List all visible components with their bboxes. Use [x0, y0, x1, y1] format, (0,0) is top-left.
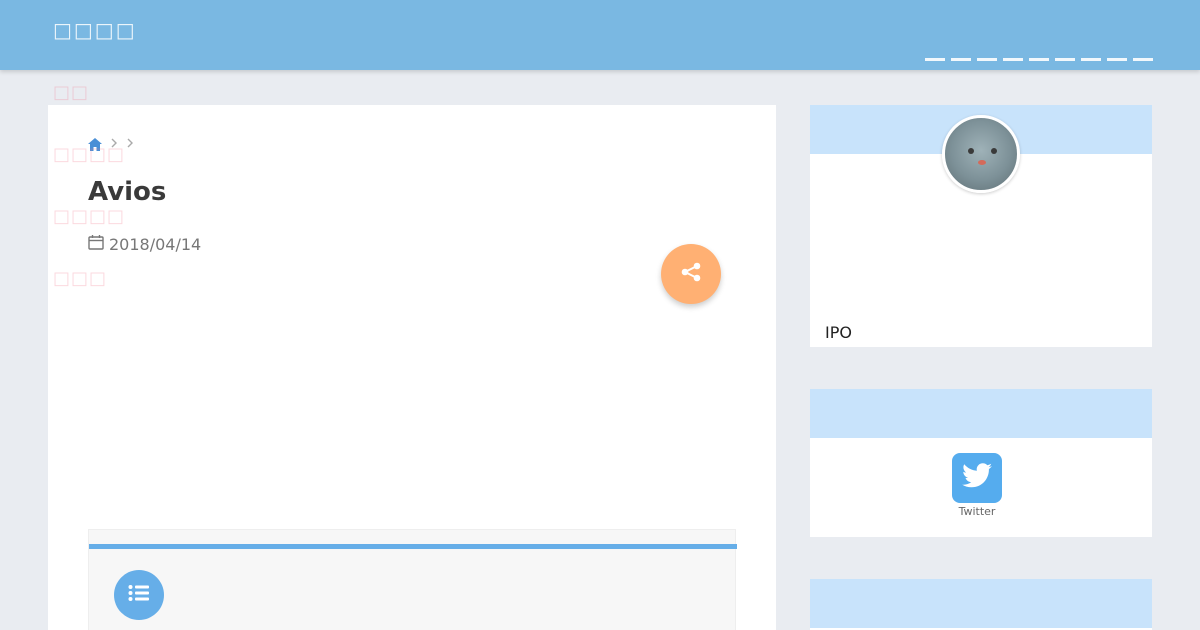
- site-header: □□□□: [0, 0, 1200, 70]
- nav-item[interactable]: [951, 58, 971, 61]
- profile-widget: IPO: [810, 105, 1152, 347]
- profile-description: IPO: [825, 323, 852, 342]
- twitter-follow-button[interactable]: [952, 453, 1002, 503]
- chevron-right-icon: [126, 137, 134, 151]
- avatar: [942, 115, 1020, 193]
- global-nav: [925, 58, 1153, 61]
- nav-item[interactable]: [1133, 58, 1153, 61]
- nav-item[interactable]: [1029, 58, 1049, 61]
- toc-toggle-button[interactable]: [114, 570, 164, 620]
- toc-accent-bar: [89, 544, 737, 549]
- calendar-icon: [88, 234, 104, 254]
- post-date-text: 2018/04/14: [109, 234, 202, 254]
- table-of-contents: [88, 529, 737, 630]
- nav-item[interactable]: [925, 58, 945, 61]
- twitter-icon: [962, 463, 992, 493]
- share-button[interactable]: [661, 244, 721, 304]
- widget-header: [810, 579, 1152, 628]
- nav-item[interactable]: [1081, 58, 1101, 61]
- nav-item[interactable]: [1003, 58, 1023, 61]
- list-icon: [128, 584, 150, 606]
- article-title: Avios: [88, 177, 167, 207]
- nav-item[interactable]: [977, 58, 997, 61]
- ghost-label: □□□□: [53, 144, 126, 165]
- ghost-label: □□□□: [53, 206, 126, 227]
- share-icon: [680, 261, 702, 287]
- post-date: 2018/04/14: [88, 234, 201, 254]
- ghost-label: □□□: [53, 268, 108, 289]
- site-title[interactable]: □□□□: [53, 18, 137, 42]
- nav-item[interactable]: [1107, 58, 1127, 61]
- sidebar-widget: [810, 579, 1152, 630]
- follow-widget: Twitter: [810, 389, 1152, 537]
- nav-item[interactable]: [1055, 58, 1075, 61]
- twitter-label: Twitter: [958, 505, 996, 518]
- widget-header: [810, 389, 1152, 438]
- article-card: Avios 2018/04/14: [48, 105, 776, 630]
- ghost-label: □□: [53, 82, 90, 103]
